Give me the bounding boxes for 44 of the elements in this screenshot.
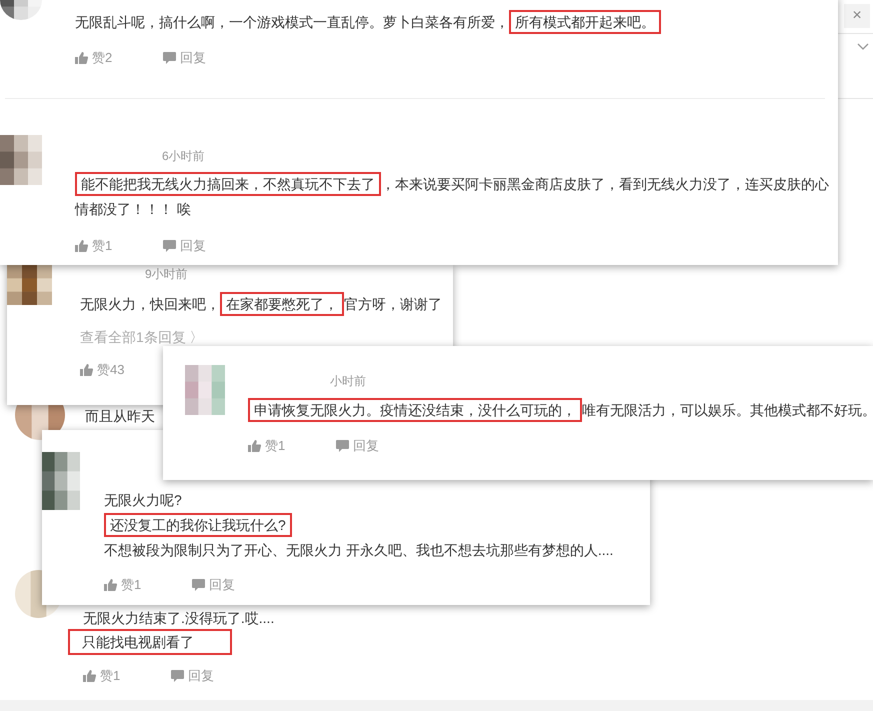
comment-text: 不想被段为限制只为了开心、无限火力 开永久吧、我也不想去坑那些有梦想的人.... (104, 540, 614, 560)
comment-text: 唯有无限活力，可以娱乐。其他模式都不好玩。 (582, 401, 873, 420)
like-button[interactable]: 赞1 (83, 666, 131, 686)
speech-bubble-icon (163, 52, 176, 64)
timestamp: 6小时前 (162, 148, 205, 165)
speech-bubble-icon (171, 670, 184, 682)
chevron-down-icon[interactable] (857, 43, 869, 51)
comment-text: 无限火力呢? (104, 490, 182, 510)
view-replies-link[interactable]: 查看全部1条回复 〉 (80, 327, 204, 347)
highlighted-text: 在家都要憋死了， (220, 292, 344, 316)
timestamp: 9小时前 (145, 266, 188, 283)
thumbs-up-icon (104, 579, 117, 591)
timestamp: 小时前 (330, 373, 366, 390)
close-button[interactable]: × (844, 4, 870, 28)
speech-bubble-icon (163, 240, 176, 252)
thumbs-up-icon (75, 240, 88, 252)
thumbs-up-icon (83, 670, 96, 682)
speech-bubble-icon (336, 440, 349, 452)
comment-text: ，本来说要买阿卡丽黑金商店皮肤了，看到无线火力没了，连买皮肤的心 (381, 174, 829, 194)
thumbs-up-icon (75, 52, 88, 64)
highlighted-text: 还没复工的我你让我玩什么? (104, 512, 292, 536)
comment-text: 而且从昨天 (85, 407, 155, 426)
comment-text: 官方呀，谢谢了 (344, 295, 442, 314)
comment-text: 无限乱斗呢，搞什么啊，一个游戏模式一直乱停。萝卜白菜各有所爱， (75, 13, 509, 32)
highlighted-text: 所有模式都开起来吧。 (509, 10, 661, 34)
like-button[interactable]: 赞1 (248, 436, 296, 456)
reply-button[interactable]: 回复 (192, 575, 235, 595)
reply-button[interactable]: 回复 (336, 436, 379, 456)
like-button[interactable]: 赞2 (75, 48, 123, 68)
thumbs-up-icon (248, 440, 261, 452)
reply-button[interactable]: 回复 (171, 666, 214, 686)
highlighted-text: 申请恢复无限火力。疫情还没结束，没什么可玩的， (248, 398, 582, 422)
reply-button[interactable]: 回复 (163, 236, 206, 256)
comment-text: 无限火力，快回来吧， (80, 295, 220, 314)
comment-text: 无限火力结束了.没得玩了.哎.... (83, 609, 274, 628)
like-button[interactable]: 赞43 (80, 360, 128, 380)
highlighted-text: 只能找电视剧看了 (68, 629, 232, 655)
reply-button[interactable]: 回复 (163, 48, 206, 68)
speech-bubble-icon (192, 579, 205, 591)
like-button[interactable]: 赞1 (75, 236, 123, 256)
like-button[interactable]: 赞1 (104, 575, 152, 595)
highlighted-text: 能不能把我无线火力搞回来，不然真玩不下去了 (75, 172, 381, 196)
thumbs-up-icon (80, 364, 93, 376)
comment-text: 情都没了！！！ 唉 (75, 200, 191, 218)
